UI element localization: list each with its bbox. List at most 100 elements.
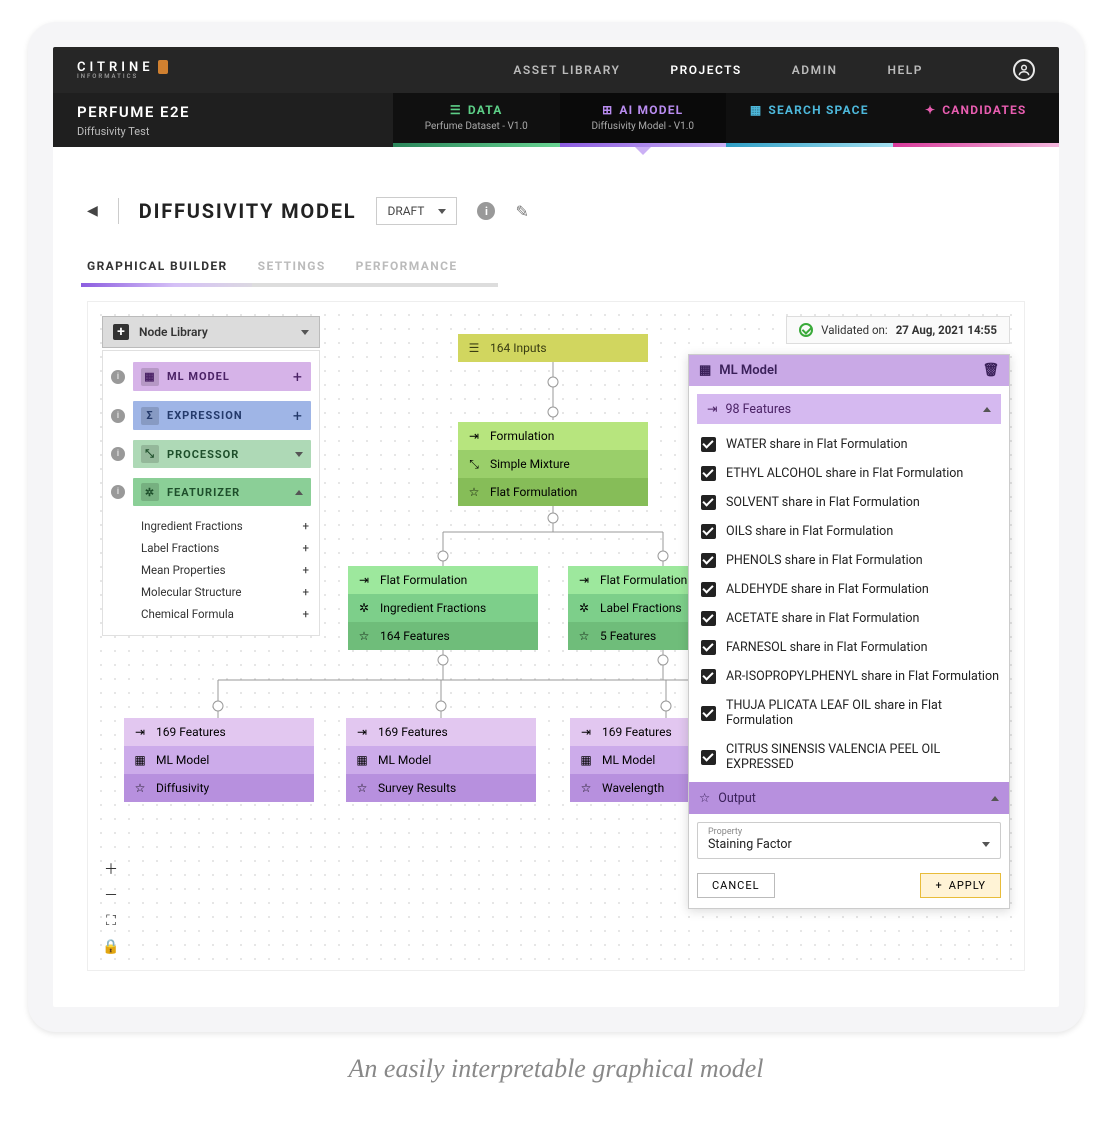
checkbox-checked-icon[interactable] xyxy=(701,495,716,510)
star-icon: ☆ xyxy=(354,780,370,796)
property-select[interactable]: Property Staining Factor xyxy=(697,822,1001,859)
grid-icon: ▦ xyxy=(578,752,594,768)
sublib-item[interactable]: Molecular Structure+ xyxy=(141,581,309,603)
output-header[interactable]: ☆ Output xyxy=(689,782,1009,814)
feature-item[interactable]: ETHYL ALCOHOL share in Flat Formulation xyxy=(697,459,1005,488)
node-library-header[interactable]: + Node Library xyxy=(102,316,320,348)
info-icon[interactable]: i xyxy=(111,485,125,499)
user-avatar-icon[interactable] xyxy=(1013,59,1035,81)
ml-model-panel: ▦ ML Model 🗑 ⇥ 98 Features WATER share i… xyxy=(688,354,1010,909)
sublib-item[interactable]: Mean Properties+ xyxy=(141,559,309,581)
nav-projects[interactable]: PROJECTS xyxy=(670,63,741,77)
plus-icon: + xyxy=(293,367,303,386)
plus-icon: + xyxy=(302,519,309,533)
zoom-out-button[interactable]: － xyxy=(102,886,120,904)
subtab-data[interactable]: ☰DATA Perfume Dataset - V1.0 xyxy=(393,93,560,147)
nav-admin[interactable]: ADMIN xyxy=(792,63,838,77)
plus-icon: + xyxy=(113,324,129,340)
node-out-diffusivity[interactable]: ⇥169 Features ▦ML Model ☆Diffusivity xyxy=(124,718,314,802)
gear-icon: ✲ xyxy=(576,600,592,616)
star-icon: ☆ xyxy=(356,628,372,644)
sublib-item[interactable]: Label Fractions+ xyxy=(141,537,309,559)
gear-icon: ✲ xyxy=(141,483,159,501)
star-icon: ☆ xyxy=(466,484,482,500)
checkbox-checked-icon[interactable] xyxy=(701,640,716,655)
chevron-down-icon xyxy=(982,842,990,847)
subtab-search-space[interactable]: ▦SEARCH SPACE xyxy=(726,93,893,147)
sublib-item[interactable]: Chemical Formula+ xyxy=(141,603,309,625)
delete-button[interactable]: 🗑 xyxy=(982,363,999,378)
info-icon[interactable]: i xyxy=(111,409,125,423)
chevron-up-icon xyxy=(983,407,991,412)
input-icon: ⇥ xyxy=(576,572,592,588)
plus-icon: + xyxy=(293,406,303,425)
input-icon: ⇥ xyxy=(356,572,372,588)
nav-help[interactable]: HELP xyxy=(888,63,923,77)
checkbox-checked-icon[interactable] xyxy=(701,611,716,626)
list-icon: ☰ xyxy=(450,103,462,117)
subtab-ai-model[interactable]: ⊞AI MODEL Diffusivity Model - V1.0 xyxy=(560,93,727,147)
lib-featurizer[interactable]: ✲ FEATURIZER xyxy=(133,478,311,506)
features-list[interactable]: WATER share in Flat Formulation ETHYL AL… xyxy=(697,430,1007,778)
apply-button[interactable]: +APPLY xyxy=(920,873,1001,898)
graph-canvas[interactable]: + Node Library i ▦ ML MODEL + i Σ xyxy=(87,301,1025,971)
input-icon: ⇥ xyxy=(707,401,717,417)
tab-settings[interactable]: SETTINGS xyxy=(258,259,326,283)
feature-item[interactable]: ACETATE share in Flat Formulation xyxy=(697,604,1005,633)
lib-ml-model[interactable]: ▦ ML MODEL + xyxy=(133,362,311,391)
edit-button[interactable]: ✎ xyxy=(515,202,528,221)
feature-item[interactable]: WATER share in Flat Formulation xyxy=(697,430,1005,459)
lib-processor[interactable]: ⤡ PROCESSOR xyxy=(133,440,311,468)
zoom-in-button[interactable]: ＋ xyxy=(102,860,120,878)
chevron-down-icon xyxy=(438,209,446,214)
star-icon: ☆ xyxy=(578,780,594,796)
feature-item[interactable]: THUJA PLICATA LEAF OIL share in Flat For… xyxy=(697,691,1005,735)
back-button[interactable]: ◀ xyxy=(87,203,98,219)
checkbox-checked-icon[interactable] xyxy=(701,524,716,539)
tab-graphical-builder[interactable]: GRAPHICAL BUILDER xyxy=(87,259,228,283)
checkbox-checked-icon[interactable] xyxy=(701,669,716,684)
cancel-button[interactable]: CANCEL xyxy=(697,873,775,898)
sublib-item[interactable]: Ingredient Fractions+ xyxy=(141,515,309,537)
zoom-controls: ＋ － ⛶ 🔒 xyxy=(102,860,120,956)
feature-item[interactable]: SOLVENT share in Flat Formulation xyxy=(697,488,1005,517)
subtab-candidates[interactable]: ✦CANDIDATES xyxy=(893,93,1060,147)
info-icon[interactable]: i xyxy=(111,447,125,461)
feature-item[interactable]: FARNESOL share in Flat Formulation xyxy=(697,633,1005,662)
lib-expression[interactable]: Σ EXPRESSION + xyxy=(133,401,311,430)
divider xyxy=(118,198,119,224)
features-header[interactable]: ⇥ 98 Features xyxy=(697,394,1001,424)
feature-item[interactable]: CITRUS SINENSIS VALENCIA PEEL OIL EXPRES… xyxy=(697,735,1005,778)
info-icon[interactable]: i xyxy=(111,370,125,384)
nav-asset-library[interactable]: ASSET LIBRARY xyxy=(513,63,620,77)
top-nav: ASSET LIBRARY PROJECTS ADMIN HELP xyxy=(513,59,1035,81)
status-dropdown[interactable]: DRAFT xyxy=(376,197,457,225)
grid-icon: ▦ xyxy=(699,363,711,378)
feature-item[interactable]: PHENOLS share in Flat Formulation xyxy=(697,546,1005,575)
node-out-survey[interactable]: ⇥169 Features ▦ML Model ☆Survey Results xyxy=(346,718,536,802)
checkbox-checked-icon[interactable] xyxy=(701,466,716,481)
checkbox-checked-icon[interactable] xyxy=(701,706,716,721)
fullscreen-button[interactable]: ⛶ xyxy=(102,912,120,930)
feature-item[interactable]: AR-ISOPROPYLPHENYL share in Flat Formula… xyxy=(697,662,1005,691)
feature-item[interactable]: ALDEHYDE share in Flat Formulation xyxy=(697,575,1005,604)
input-icon: ⇥ xyxy=(354,724,370,740)
chevron-up-icon xyxy=(991,796,999,801)
star-icon: ☆ xyxy=(699,790,710,806)
info-button[interactable]: i xyxy=(477,202,495,220)
checkbox-checked-icon[interactable] xyxy=(701,553,716,568)
plus-icon: + xyxy=(302,563,309,577)
tab-performance[interactable]: PERFORMANCE xyxy=(356,259,458,283)
plus-icon: + xyxy=(302,607,309,621)
node-formulation[interactable]: ⇥Formulation ⤡Simple Mixture ☆Flat Formu… xyxy=(458,422,648,506)
feature-item[interactable]: OILS share in Flat Formulation xyxy=(697,517,1005,546)
grid-icon: ▦ xyxy=(141,368,159,386)
checkbox-checked-icon[interactable] xyxy=(701,582,716,597)
checkbox-checked-icon[interactable] xyxy=(701,437,716,452)
checkbox-checked-icon[interactable] xyxy=(701,750,716,765)
logo: CITRINE INFORMATICS xyxy=(77,60,168,80)
lock-button[interactable]: 🔒 xyxy=(102,938,120,956)
node-inputs[interactable]: ☰164 Inputs xyxy=(458,334,648,362)
node-flat-left[interactable]: ⇥Flat Formulation ✲Ingredient Fractions … xyxy=(348,566,538,650)
crop-icon: ⤡ xyxy=(141,445,159,463)
